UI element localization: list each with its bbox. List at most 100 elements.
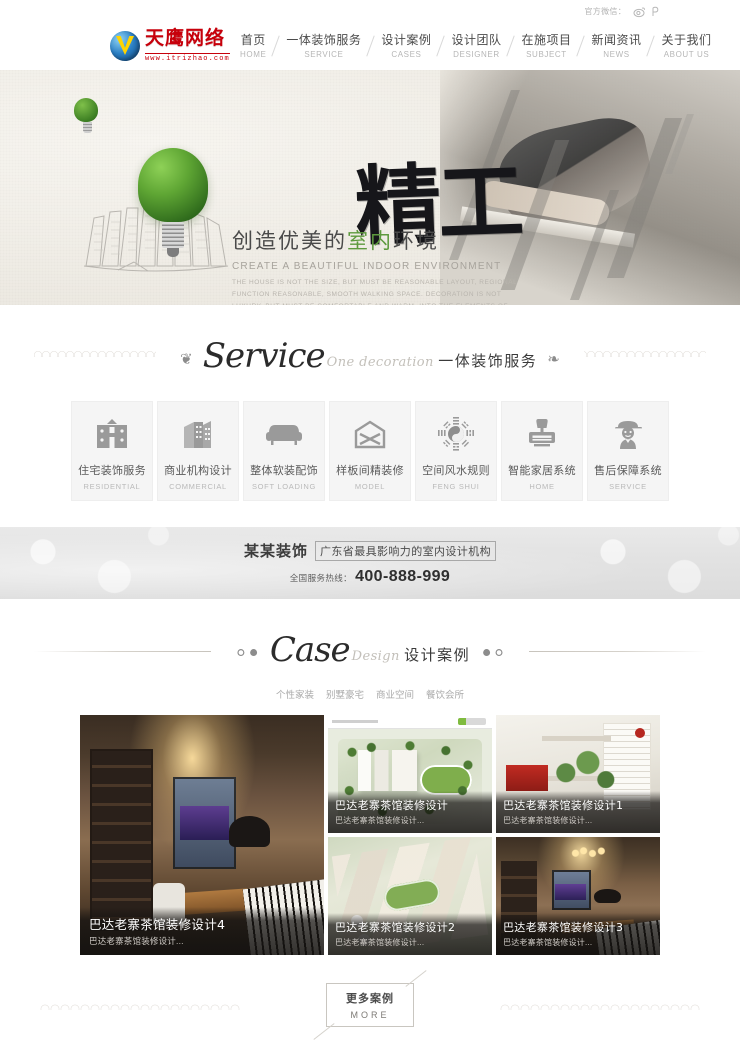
case-grid: 巴达老寨茶馆装修设计4 巴达老寨茶馆装修设计... 巴达老寨茶馆装修设计 巴达老… [80,715,660,955]
case-title: 巴达老寨茶馆装修设计3 [503,921,624,935]
case-section-title: ⚪⚫ Case Design 设计案例 ⚫⚪ [0,599,740,681]
nav-item-designer[interactable]: 设计团队 DESIGNER [441,34,511,59]
case-sub-cn: 设计案例 [404,646,471,664]
case-item[interactable]: 巴达老寨茶馆装修设计3 巴达老寨茶馆装修设计... [496,837,660,955]
service-card-label-en: MODEL [354,481,386,491]
service-card-label-en: SERVICE [609,481,647,491]
logo-name: 天鹰网络 [145,26,226,49]
case-desc: 巴达老寨茶馆装修设计... [89,935,184,946]
nav-label-cn: 设计团队 [451,32,502,47]
service-card-feng-shui[interactable]: 空间风水规则 FENG SHUI [415,401,497,501]
service-card-commercial[interactable]: 商业机构设计 COMMERCIAL [157,401,239,501]
hero-banner[interactable]: 精工 创造优美的室内环境 CREATE A BEAUTIFUL INDOOR E… [0,70,740,305]
nav-label-en: NEWS [603,49,630,59]
case-title: 巴达老寨茶馆装修设计1 [503,799,624,813]
nav-label-en: ABOUT US [663,49,710,59]
nav-label-en: SERVICE [304,49,344,59]
top-bar: 官方微信： [0,0,740,22]
nav-item-cases[interactable]: 设计案例 CASES [371,34,441,59]
service-card-label-cn: 空间风水规则 [422,463,490,477]
hero-headline-post: 环境 [393,229,439,253]
case-sub-en: Design [351,649,400,664]
case-filter-commercial[interactable]: 商业空间 [376,687,414,701]
nav-item-home[interactable]: 首页 HOME [230,34,276,59]
nav-label-cn: 在施项目 [521,32,572,47]
smart-home-icon [525,412,559,456]
wechat-icon[interactable] [649,5,662,18]
wechat-label: 官方微信： [584,6,626,16]
hero-subtitle: CREATE A BEAUTIFUL INDOOR ENVIRONMENT [232,261,502,272]
hotline-number: 400-888-999 [355,568,451,585]
small-bulb-tree-icon [74,98,100,136]
case-title: 巴达老寨茶馆装修设计 [335,799,448,813]
logo[interactable]: 天鹰网络 www.itrizhao.com [0,26,230,64]
nav-item-service[interactable]: 一体装饰服务 SERVICE [276,34,371,59]
case-desc: 巴达老寨茶馆装修设计... [503,938,593,948]
model-home-icon [353,412,387,456]
main-nav: 首页 HOME 一体装饰服务 SERVICE 设计案例 CASES 设计团队 D… [230,34,722,59]
hero-headline: 创造优美的室内环境 [232,225,552,255]
nav-item-subject[interactable]: 在施项目 SUBJECT [511,34,581,59]
case-item[interactable]: 巴达老寨茶馆装修设计2 巴达老寨茶馆装修设计... [328,837,492,955]
service-card-model[interactable]: 样板间精装修 MODEL [329,401,411,501]
nav-label-en: DESIGNER [453,49,500,59]
bagua-icon [438,412,474,456]
service-card-after-sales[interactable]: 售后保障系统 SERVICE [587,401,669,501]
case-desc: 巴达老寨茶馆装修设计... [335,938,425,948]
slogan-tagline: 广东省最具影响力的室内设计机构 [315,540,496,561]
case-item[interactable]: 巴达老寨茶馆装修设计 巴达老寨茶馆装修设计... [328,715,492,833]
ornament-left-icon: ❦ [180,351,193,368]
case-caption: 巴达老寨茶馆装修设计2 巴达老寨茶馆装修设计... [328,913,492,955]
service-card-label-cn: 售后保障系统 [594,463,662,477]
sofa-icon [265,412,303,456]
nav-label-en: SUBJECT [526,49,567,59]
service-card-label-en: COMMERCIAL [169,481,227,491]
more-cases-button[interactable]: 更多案例 MORE [326,983,414,1027]
service-card-label-cn: 智能家居系统 [508,463,576,477]
service-card-smart-home[interactable]: 智能家居系统 HOME [501,401,583,501]
service-script-title: Service [202,336,326,376]
weibo-icon[interactable] [633,5,646,18]
case-desc: 巴达老寨茶馆装修设计... [335,816,425,826]
case-filter-list: 个性家装 别墅豪宅 商业空间 餐饮会所 [0,681,740,715]
service-card-label-cn: 整体软装配饰 [250,463,318,477]
wave-divider-right [500,1000,700,1010]
nav-item-about[interactable]: 关于我们 ABOUT US [651,34,721,59]
slogan-banner: 某某装饰 广东省最具影响力的室内设计机构 全国服务热线： 400-888-999 [0,527,740,599]
nav-label-en: HOME [240,49,267,59]
case-filter-home[interactable]: 个性家装 [276,687,314,701]
service-card-label-en: FENG SHUI [432,481,480,491]
nav-label-cn: 首页 [240,32,266,47]
wave-divider-left [40,1000,240,1010]
service-card-residential[interactable]: 住宅装饰服务 RESIDENTIAL [71,401,153,501]
case-caption: 巴达老寨茶馆装修设计1 巴达老寨茶馆装修设计... [496,791,660,833]
case-item[interactable]: 巴达老寨茶馆装修设计1 巴达老寨茶馆装修设计... [496,715,660,833]
nav-label-en: CASES [391,49,422,59]
case-filter-dining[interactable]: 餐饮会所 [426,687,464,701]
case-title: 巴达老寨茶馆装修设计2 [335,921,456,935]
nav-label-cn: 关于我们 [661,32,712,47]
more-label-en: MORE [350,1010,390,1020]
hero-headline-pre: 创造优美的 [232,229,347,253]
service-card-list: 住宅装饰服务 RESIDENTIAL 商业机构设计 COMMERCIAL 整体软… [0,387,740,527]
nav-label-cn: 一体装饰服务 [286,32,362,47]
ornament-right-icon: ❧ [547,351,560,368]
case-filter-villa[interactable]: 别墅豪宅 [326,687,364,701]
logo-url: www.itrizhao.com [145,52,230,63]
service-card-soft-loading[interactable]: 整体软装配饰 SOFT LOADING [243,401,325,501]
case-item[interactable]: 巴达老寨茶馆装修设计4 巴达老寨茶馆装修设计... [80,715,324,955]
nav-item-news[interactable]: 新闻资讯 NEWS [581,34,651,59]
service-card-label-cn: 住宅装饰服务 [78,463,146,477]
rule-right [521,651,706,652]
service-card-label-en: SOFT LOADING [251,481,317,491]
hotline-label: 全国服务热线： [289,573,353,583]
dot-ornament-right-icon: ⚫⚪ [480,645,506,662]
slogan-brand: 某某装饰 [243,542,308,560]
globe-logo-icon [110,31,140,61]
house-icon [95,412,129,456]
service-card-label-en: RESIDENTIAL [83,481,141,491]
hero-paragraph: THE HOUSE IS NOT THE SIZE, BUT MUST BE R… [232,279,518,305]
service-card-label-cn: 样板间精装修 [336,463,404,477]
worker-icon [612,412,644,456]
service-card-label-en: HOME [529,481,555,491]
